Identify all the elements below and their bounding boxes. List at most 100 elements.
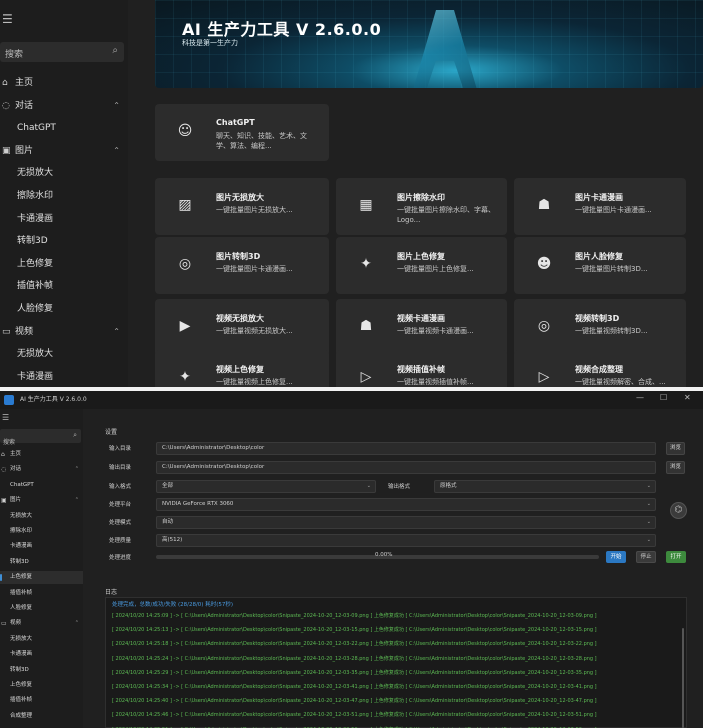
card-image-upscale[interactable]: ▨ 图片无损放大 一键批量图片无损放大... (155, 178, 329, 235)
main-content: AI 生产力工具 V 2.6.0.0 科技是第一生产力 ☺ ChatGPT 聊天、知… (128, 0, 703, 387)
sidebar-item-label: 卡通漫画 (10, 543, 33, 550)
output-dir-field[interactable]: C:\Users\Administrator\Desktop\color (156, 461, 656, 474)
chevron-up-icon[interactable]: ⌃ (113, 95, 120, 117)
progress-label: 处理进度 (109, 555, 132, 561)
card-description: 一键批量视频插值补帧... (397, 378, 474, 386)
input-dir-row: 输入目录 C:\Users\Administrator\Desktop\colo… (105, 442, 687, 455)
sidebar-item[interactable]: 擦除水印 (0, 185, 128, 207)
card-video-merge[interactable]: ▷ 视频合成整理 一键批量视频解密、合成、... (514, 350, 686, 387)
sidebar-item-label: 图片 (15, 145, 34, 156)
sidebar-item[interactable]: 转制3D (0, 556, 83, 569)
sidebar-item[interactable]: 卡通漫画 (0, 648, 83, 661)
menu-icon[interactable]: ☰ (2, 413, 9, 422)
sidebar-item[interactable]: 人脸修复 (0, 298, 128, 320)
sidebar-item-label: 无损放大 (10, 512, 33, 519)
card-chatgpt[interactable]: ☺ ChatGPT 聊天、知识、技能、艺术、文学、算法、编程... (155, 104, 329, 161)
card-video-3d[interactable]: ◎ 视频转制3D 一键批量视频转制3D... (514, 299, 686, 356)
sidebar-item[interactable]: ChatGPT (0, 479, 83, 492)
input-format-select[interactable]: 全部 ⌄ (156, 480, 376, 493)
maximize-icon[interactable]: ☐ (660, 393, 667, 402)
stop-button[interactable]: 停止 (636, 551, 656, 563)
sidebar-item-label: 人脸修复 (17, 304, 54, 314)
home-icon: ⌂ (1, 451, 5, 458)
chevron-up-icon[interactable]: ⌃ (113, 321, 120, 343)
sidebar-item[interactable]: 插值补帧 (0, 587, 83, 600)
sidebar-item[interactable]: ChatGPT (0, 117, 128, 139)
card-video-upscale[interactable]: ▶ 视频无损放大 一键批量视频无损放大... (155, 299, 329, 356)
sidebar-item[interactable]: ▣ 图片 ⌃ (0, 494, 83, 507)
card-description: 聊天、知识、技能、艺术、文学、算法、编程... (216, 132, 307, 150)
sidebar-item[interactable]: 无损放大 (0, 162, 128, 184)
avatar[interactable]: ⌬ (670, 502, 687, 519)
card-image-3d[interactable]: ◎ 图片转制3D 一键批量图片卡通漫画... (155, 237, 329, 294)
menu-icon[interactable]: ☰ (2, 12, 13, 26)
search-icon[interactable]: ⌕ (73, 431, 77, 440)
sidebar-item[interactable]: 卡通漫画 (0, 540, 83, 553)
output-format-select[interactable]: 原格式 ⌄ (434, 480, 656, 493)
sidebar-item[interactable]: 擦除水印 (0, 525, 83, 538)
quality-select[interactable]: 高(512) ⌄ (156, 534, 656, 547)
chevron-up-icon[interactable]: ⌃ (75, 463, 79, 476)
open-button[interactable]: 打开 (666, 551, 686, 563)
card-image-watermark[interactable]: ▦ 图片擦除水印 一键批量图片擦除水印、字幕、Logo... (336, 178, 507, 235)
output-dir-label: 输出目录 (109, 465, 132, 471)
top-screenshot: ☰ ⌕ ⌂主页◌对话⌃ChatGPT▣图片⌃无损放大擦除水印卡通漫画转制3D上色… (0, 0, 703, 387)
sidebar: ☰ ⌕ ⌂主页◌对话⌃ChatGPT▣图片⌃无损放大擦除水印卡通漫画转制3D上色… (0, 0, 128, 387)
sidebar-item[interactable]: ⌂ 主页 (0, 448, 83, 461)
card-image-cartoon[interactable]: ☗ 图片卡通漫画 一键批量图片卡通漫画... (514, 178, 686, 235)
input-dir-field[interactable]: C:\Users\Administrator\Desktop\color (156, 442, 656, 455)
sidebar-item[interactable]: ▭ 视频 ⌃ (0, 617, 83, 630)
card-title: 视频插值补帧 (397, 365, 445, 374)
card-image-color[interactable]: ✦ 图片上色修复 一键批量图片上色修复... (336, 237, 507, 294)
sidebar-item[interactable]: 无损放大 (0, 343, 128, 365)
sidebar-item[interactable]: ▭ 视频 ⌃ (0, 321, 128, 343)
card-title: 视频无损放大 (216, 314, 264, 323)
sidebar-item[interactable]: 插值补帧 (0, 275, 128, 297)
sidebar-item[interactable]: 上色修复 (0, 253, 128, 275)
input-dir-browse-button[interactable]: 浏览 (666, 442, 685, 455)
search-box: ⌕ (0, 429, 81, 450)
log-scrollbar[interactable] (682, 628, 684, 728)
sidebar-item[interactable]: 插值补帧 (0, 694, 83, 707)
chevron-down-icon: ⌄ (646, 483, 651, 489)
sidebar-item[interactable]: 卡通漫画 (0, 208, 128, 230)
card-video-color[interactable]: ✦ 视频上色修复 一键批量视频上色修复... (155, 350, 329, 387)
chevron-down-icon: ⌄ (366, 483, 371, 489)
sidebar-item-label: 上色修复 (10, 682, 33, 688)
sidebar-item[interactable]: ◌ 对话 ⌃ (0, 463, 83, 476)
card-image-face[interactable]: ☻ 图片人脸修复 一键批量图片转制3D... (514, 237, 686, 294)
sidebar-item[interactable]: 人脸修复 (0, 602, 83, 615)
sidebar-item[interactable]: 合成整理 (0, 710, 83, 723)
sidebar-item[interactable]: ▣ 图片 ⌃ (0, 140, 128, 162)
sidebar-item[interactable]: ⌂ 主页 (0, 72, 128, 94)
card-video-interp[interactable]: ▷ 视频插值补帧 一键批量视频插值补帧... (336, 350, 507, 387)
sidebar-item[interactable]: 无损放大 (0, 633, 83, 646)
sidebar-item[interactable]: 转制3D (0, 230, 128, 252)
card-description: 一键批量图片卡通漫画... (216, 265, 293, 273)
sidebar-item[interactable]: 卡通漫画 (0, 366, 128, 387)
start-button[interactable]: 开始 (606, 551, 626, 563)
sidebar-item[interactable]: 无损放大 (0, 510, 83, 523)
output-dir-browse-button[interactable]: 浏览 (666, 461, 685, 474)
card-title: 图片人脸修复 (575, 252, 623, 261)
chevron-up-icon[interactable]: ⌃ (75, 494, 79, 507)
chevron-up-icon[interactable]: ⌃ (113, 140, 120, 162)
mode-select[interactable]: 自动 ⌄ (156, 516, 656, 529)
app-logo-icon (4, 395, 14, 405)
card-title: 视频转制3D (575, 314, 620, 323)
search-icon[interactable]: ⌕ (112, 45, 118, 56)
card-video-cartoon[interactable]: ☗ 视频卡通漫画 一键批量视频卡通漫画... (336, 299, 507, 356)
sidebar-item[interactable]: 上色修复 (0, 571, 83, 585)
platform-select[interactable]: NVIDIA GeForce RTX 3060 ⌄ (156, 498, 656, 511)
search-input[interactable] (0, 45, 100, 65)
sidebar-item[interactable]: 上色修复 (0, 679, 83, 692)
chevron-up-icon[interactable]: ⌃ (75, 617, 79, 630)
log-panel[interactable]: 处理完成，总数/成功/失败 (28/28/0) 耗时(57秒) [ 2024/1… (105, 597, 687, 728)
close-icon[interactable]: ✕ (684, 393, 691, 402)
sidebar-item[interactable]: ◌ 对话 ⌃ (0, 95, 128, 117)
sidebar-item-label: 视频 (10, 620, 22, 627)
sidebar-item[interactable]: 转制3D (0, 664, 83, 677)
card-description: 一键批量图片上色修复... (397, 265, 474, 273)
minimize-icon[interactable]: — (636, 393, 644, 402)
chat-bubble-icon: ☺ (177, 123, 193, 139)
